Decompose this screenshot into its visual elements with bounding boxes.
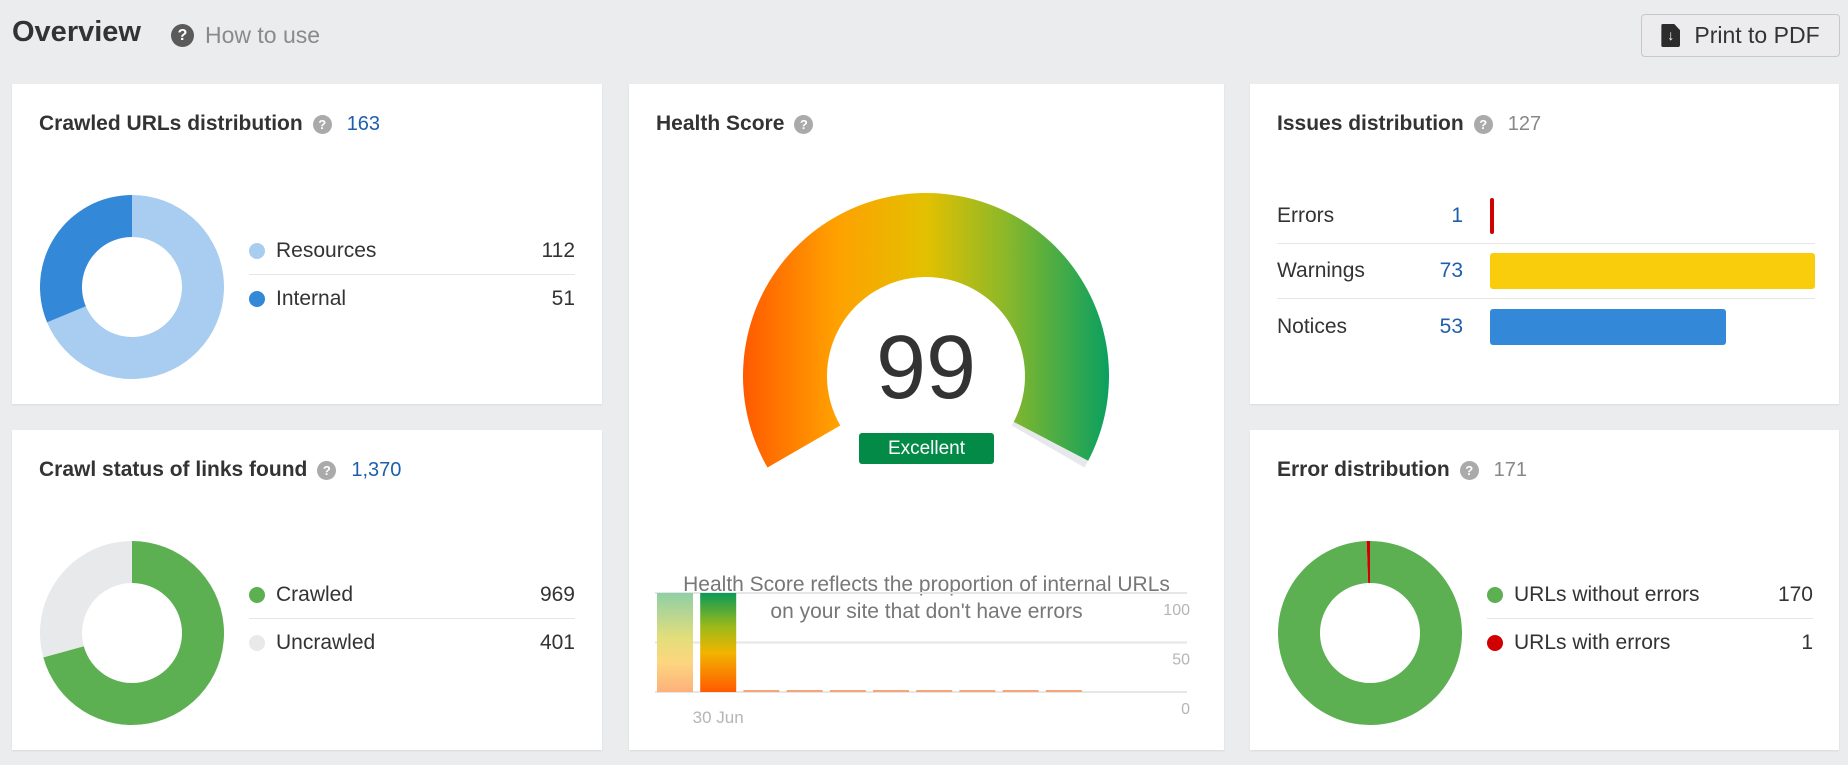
legend-item-uncrawled[interactable]: Uncrawled 401	[249, 619, 575, 667]
history-bar[interactable]	[700, 593, 737, 692]
legend-value: 51	[551, 287, 575, 310]
card-title: Health Score ?	[656, 112, 814, 136]
history-bar[interactable]	[916, 690, 953, 692]
legend-item-crawled[interactable]: Crawled 969	[249, 571, 575, 619]
page-title: Overview	[12, 16, 141, 48]
issue-label: Warnings	[1277, 259, 1365, 282]
history-bar[interactable]	[1002, 690, 1039, 692]
legend-label: URLs without errors	[1514, 582, 1700, 606]
help-icon[interactable]: ?	[1473, 114, 1493, 134]
card-title: Issues distribution ? 127	[1277, 112, 1541, 136]
health-score-history-chart: 100 50 0 30 Jun	[655, 592, 1190, 727]
crawl-status-legend: Crawled 969 Uncrawled 401	[249, 571, 575, 667]
issue-count[interactable]: 73	[1397, 259, 1463, 283]
crawl-status-card: Crawl status of links found ? 1,370 Craw…	[12, 430, 602, 750]
crawled-urls-donut	[39, 195, 225, 379]
legend-value: 170	[1777, 582, 1813, 606]
issue-row-notices[interactable]: Notices 53	[1277, 299, 1815, 354]
issue-label: Errors	[1277, 204, 1335, 227]
legend-dot	[1487, 586, 1503, 603]
card-title-text: Issues distribution	[1277, 112, 1464, 135]
pdf-download-icon	[1661, 24, 1681, 47]
error-distribution-donut	[1278, 541, 1462, 725]
crawled-urls-card: Crawled URLs distribution ? 163 Resource…	[12, 84, 602, 404]
issue-label: Notices	[1277, 314, 1348, 338]
legend-value: 112	[541, 238, 575, 262]
total-count[interactable]: 163	[347, 113, 380, 136]
total-count[interactable]: 1,370	[351, 459, 401, 482]
health-rating-badge: Excellent	[859, 433, 994, 464]
legend-label: Crawled	[276, 582, 354, 606]
total-count: 127	[1507, 112, 1542, 135]
legend-item-resources[interactable]: Resources 112	[249, 227, 575, 275]
x-tick-label: 30 Jun	[693, 708, 744, 727]
issues-list: Errors 1 Warnings 73 Notices 53	[1277, 189, 1815, 354]
card-title-text: Crawled URLs distribution	[39, 112, 303, 135]
card-title-text: Crawl status of links found	[39, 458, 308, 481]
issue-bar-track	[1490, 308, 1815, 345]
legend-label: Uncrawled	[276, 631, 376, 654]
history-bar[interactable]	[657, 593, 693, 692]
legend-dot	[249, 635, 265, 651]
legend-value: 969	[539, 582, 575, 606]
help-icon[interactable]: ?	[312, 114, 332, 134]
issue-count[interactable]: 1	[1397, 204, 1463, 228]
history-bar[interactable]	[743, 690, 780, 692]
y-tick-label: 100	[1163, 602, 1190, 619]
legend-dot	[1487, 635, 1503, 651]
history-bar[interactable]	[829, 690, 866, 692]
health-score-value: 99	[875, 318, 977, 418]
legend-item-urls-without-errors[interactable]: URLs without errors 170	[1487, 571, 1813, 619]
history-bar[interactable]	[786, 690, 823, 692]
legend-dot	[249, 291, 265, 307]
donut-slice-internal[interactable]	[39, 195, 132, 323]
y-tick-label: 0	[1181, 701, 1190, 718]
history-bar[interactable]	[1045, 690, 1082, 692]
help-icon: ?	[171, 24, 194, 47]
error-distribution-legend: URLs without errors 170 URLs with errors…	[1487, 571, 1813, 667]
help-icon[interactable]: ?	[317, 460, 337, 480]
print-to-pdf-label: Print to PDF	[1694, 22, 1820, 48]
total-count: 171	[1493, 458, 1528, 481]
help-icon[interactable]: ?	[794, 114, 814, 134]
history-bar[interactable]	[959, 690, 996, 692]
legend-item-urls-with-errors[interactable]: URLs with errors 1	[1487, 619, 1813, 667]
card-title: Error distribution ? 171	[1277, 458, 1527, 482]
card-title-text: Health Score	[656, 112, 785, 135]
issue-bar-warnings[interactable]	[1490, 253, 1815, 289]
how-to-use-link[interactable]: ? How to use	[171, 22, 320, 49]
legend-dot	[249, 242, 265, 259]
legend-label: URLs with errors	[1514, 631, 1671, 654]
issue-row-errors[interactable]: Errors 1	[1277, 189, 1815, 244]
crawl-status-donut	[39, 541, 224, 725]
legend-label: Internal	[276, 287, 347, 310]
history-bar[interactable]	[873, 690, 909, 692]
issue-row-warnings[interactable]: Warnings 73	[1277, 244, 1815, 299]
card-title: Crawl status of links found ? 1,370	[39, 458, 401, 482]
card-title-text: Error distribution	[1277, 458, 1450, 481]
donut-slice-uncrawled[interactable]	[39, 541, 132, 658]
print-to-pdf-button[interactable]: Print to PDF	[1641, 14, 1840, 57]
how-to-use-label: How to use	[205, 22, 321, 48]
legend-value: 401	[539, 631, 575, 654]
y-tick-label: 50	[1172, 652, 1190, 669]
issues-distribution-card: Issues distribution ? 127 Errors 1 Warni…	[1250, 84, 1839, 404]
error-distribution-card: Error distribution ? 171 URLs without er…	[1250, 430, 1839, 750]
crawled-urls-legend: Resources 112 Internal 51	[249, 227, 575, 323]
issue-bar-notices[interactable]	[1490, 308, 1726, 345]
legend-value: 1	[1801, 631, 1813, 654]
issue-bar-track	[1490, 198, 1815, 234]
issue-count[interactable]: 53	[1397, 315, 1463, 339]
legend-dot	[249, 586, 265, 603]
issue-bar-errors[interactable]	[1490, 198, 1494, 234]
card-title: Crawled URLs distribution ? 163	[39, 112, 380, 136]
issue-bar-track	[1490, 253, 1815, 289]
legend-item-internal[interactable]: Internal 51	[249, 275, 575, 323]
help-icon[interactable]: ?	[1459, 460, 1479, 480]
legend-label: Resources	[276, 238, 377, 262]
